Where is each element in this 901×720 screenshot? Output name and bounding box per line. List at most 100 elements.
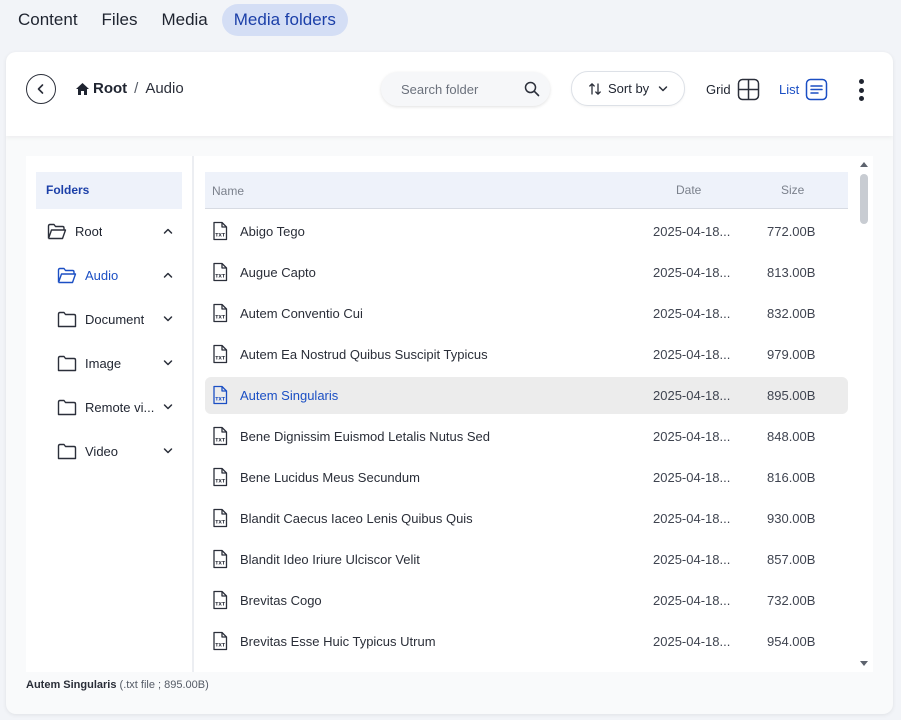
folder-icon xyxy=(57,443,77,460)
folder-item-root[interactable]: Root xyxy=(47,217,177,245)
grid-icon xyxy=(737,78,759,101)
breadcrumb-root[interactable]: Root xyxy=(75,80,127,97)
file-size: 895.00B xyxy=(767,388,816,403)
chevron-down-icon[interactable] xyxy=(162,401,174,413)
column-header-size[interactable]: Size xyxy=(781,183,804,197)
chevron-down-icon[interactable] xyxy=(162,357,174,369)
back-button[interactable] xyxy=(26,74,56,104)
svg-text:TXT: TXT xyxy=(215,520,226,526)
file-size: 732.00B xyxy=(767,593,816,608)
status-bar: Autem Singularis (.txt file ; 895.00B) xyxy=(26,679,209,691)
chevron-up-icon[interactable] xyxy=(162,225,174,237)
txt-file-icon: TXT xyxy=(210,508,230,528)
column-header-name[interactable]: Name xyxy=(212,184,244,198)
search-icon[interactable] xyxy=(524,81,540,97)
breadcrumb: Root / Audio xyxy=(75,80,184,97)
file-rows: TXT Abigo Tego 2025-04-18... 772.00B TXT Augu… xyxy=(205,213,848,660)
txt-file-icon: TXT xyxy=(210,221,230,241)
file-date: 2025-04-18... xyxy=(653,511,731,526)
search-input[interactable] xyxy=(401,81,511,97)
status-file-detail: (.txt file ; 895.00B) xyxy=(119,679,209,691)
txt-file-icon: TXT xyxy=(210,385,230,405)
file-date: 2025-04-18... xyxy=(653,429,731,444)
folder-tree: Folders Root Audio Document Image Remote… xyxy=(26,156,194,672)
file-date: 2025-04-18... xyxy=(653,552,731,567)
table-row[interactable]: TXT Abigo Tego 2025-04-18... 772.00B xyxy=(205,213,848,250)
chevron-down-icon[interactable] xyxy=(162,313,174,325)
scroll-thumb[interactable] xyxy=(860,174,868,224)
file-list: Name Date Size TXT Abigo Tego 2025-04-18..… xyxy=(205,172,848,660)
table-row[interactable]: TXT Brevitas Esse Huic Typicus Utrum 2025-… xyxy=(205,623,848,660)
top-tabs: Content Files Media Media folders xyxy=(0,0,352,40)
svg-text:TXT: TXT xyxy=(215,397,226,403)
search-folder xyxy=(381,72,550,106)
table-row[interactable]: TXT Autem Conventio Cui 2025-04-18... 832.0… xyxy=(205,295,848,332)
folder-item-audio[interactable]: Audio xyxy=(57,261,177,289)
folder-item-label: Image xyxy=(85,355,122,371)
folders-heading: Folders xyxy=(36,172,182,209)
scroll-down-arrow[interactable] xyxy=(860,661,868,666)
file-size: 772.00B xyxy=(767,224,816,239)
tab-media[interactable]: Media xyxy=(151,4,217,36)
table-row[interactable]: TXT Bene Lucidus Meus Secundum 2025-04-18.… xyxy=(205,459,848,496)
folder-item-document[interactable]: Document xyxy=(57,305,177,333)
table-row[interactable]: TXT Augue Capto 2025-04-18... 813.00B xyxy=(205,254,848,291)
more-options-icon[interactable] xyxy=(855,77,867,103)
breadcrumb-separator: / xyxy=(134,80,139,97)
svg-text:TXT: TXT xyxy=(215,438,226,444)
file-name: Bene Dignissim Euismod Letalis Nutus Sed xyxy=(240,429,491,444)
table-row[interactable]: TXT Brevitas Cogo 2025-04-18... 732.00B xyxy=(205,582,848,619)
table-row[interactable]: TXT Autem Singularis 2025-04-18... 895.00B xyxy=(205,377,848,414)
folder-open-icon xyxy=(47,223,67,240)
table-row[interactable]: TXT Blandit Caecus Iaceo Lenis Quibus Qui… xyxy=(205,500,848,537)
file-list-header: Name Date Size xyxy=(205,172,848,209)
txt-file-icon: TXT xyxy=(210,549,230,569)
txt-file-icon: TXT xyxy=(210,262,230,282)
chevron-down-icon[interactable] xyxy=(162,445,174,457)
scroll-up-arrow[interactable] xyxy=(860,162,868,167)
file-name: Abigo Tego xyxy=(240,224,305,239)
file-name: Autem Conventio Cui xyxy=(240,306,363,321)
column-header-date[interactable]: Date xyxy=(676,183,701,197)
svg-text:TXT: TXT xyxy=(215,356,226,362)
svg-text:TXT: TXT xyxy=(215,315,226,321)
file-date: 2025-04-18... xyxy=(653,388,731,403)
file-size: 813.00B xyxy=(767,265,816,280)
media-folders-card: Root / Audio Sort by Grid List xyxy=(6,52,893,714)
svg-text:TXT: TXT xyxy=(215,233,226,239)
sort-by-button[interactable]: Sort by xyxy=(571,71,685,106)
file-size: 979.00B xyxy=(767,347,816,362)
file-name: Autem Ea Nostrud Quibus Suscipit Typicus xyxy=(240,347,488,362)
table-row[interactable]: TXT Autem Ea Nostrud Quibus Suscipit Typi… xyxy=(205,336,848,373)
table-row[interactable]: TXT Bene Dignissim Euismod Letalis Nutus … xyxy=(205,418,848,455)
status-file-name: Autem Singularis xyxy=(26,679,117,691)
file-name: Blandit Caecus Iaceo Lenis Quibus Quis xyxy=(240,511,473,526)
grid-view-button[interactable]: Grid xyxy=(706,78,760,101)
folder-item-video[interactable]: Video xyxy=(57,437,177,465)
toolbar: Root / Audio Sort by Grid List xyxy=(6,52,893,136)
file-date: 2025-04-18... xyxy=(653,634,731,649)
svg-text:TXT: TXT xyxy=(215,643,226,649)
folder-open-icon xyxy=(57,267,77,284)
txt-file-icon: TXT xyxy=(210,303,230,323)
content-panel: Folders Root Audio Document Image Remote… xyxy=(26,156,873,672)
tab-media-folders[interactable]: Media folders xyxy=(221,4,348,36)
tab-files[interactable]: Files xyxy=(92,4,148,36)
file-name: Augue Capto xyxy=(240,265,316,280)
list-view-button[interactable]: List xyxy=(779,78,828,101)
folder-item-image[interactable]: Image xyxy=(57,349,177,377)
home-icon xyxy=(76,82,89,95)
sort-by-label: Sort by xyxy=(608,81,650,96)
txt-file-icon: TXT xyxy=(210,631,230,651)
table-row[interactable]: TXT Blandit Ideo Iriure Ulciscor Velit 202… xyxy=(205,541,848,578)
file-date: 2025-04-18... xyxy=(653,593,731,608)
file-name: Brevitas Esse Huic Typicus Utrum xyxy=(240,634,436,649)
folder-item-label: Remote vi... xyxy=(85,399,155,415)
folder-item-label: Root xyxy=(75,223,103,239)
txt-file-icon: TXT xyxy=(210,344,230,364)
folder-item-remote-video[interactable]: Remote vi... xyxy=(57,393,177,421)
chevron-up-icon[interactable] xyxy=(162,269,174,281)
breadcrumb-root-label: Root xyxy=(93,80,128,97)
scrollbar[interactable] xyxy=(856,156,873,672)
tab-content[interactable]: Content xyxy=(8,4,88,36)
